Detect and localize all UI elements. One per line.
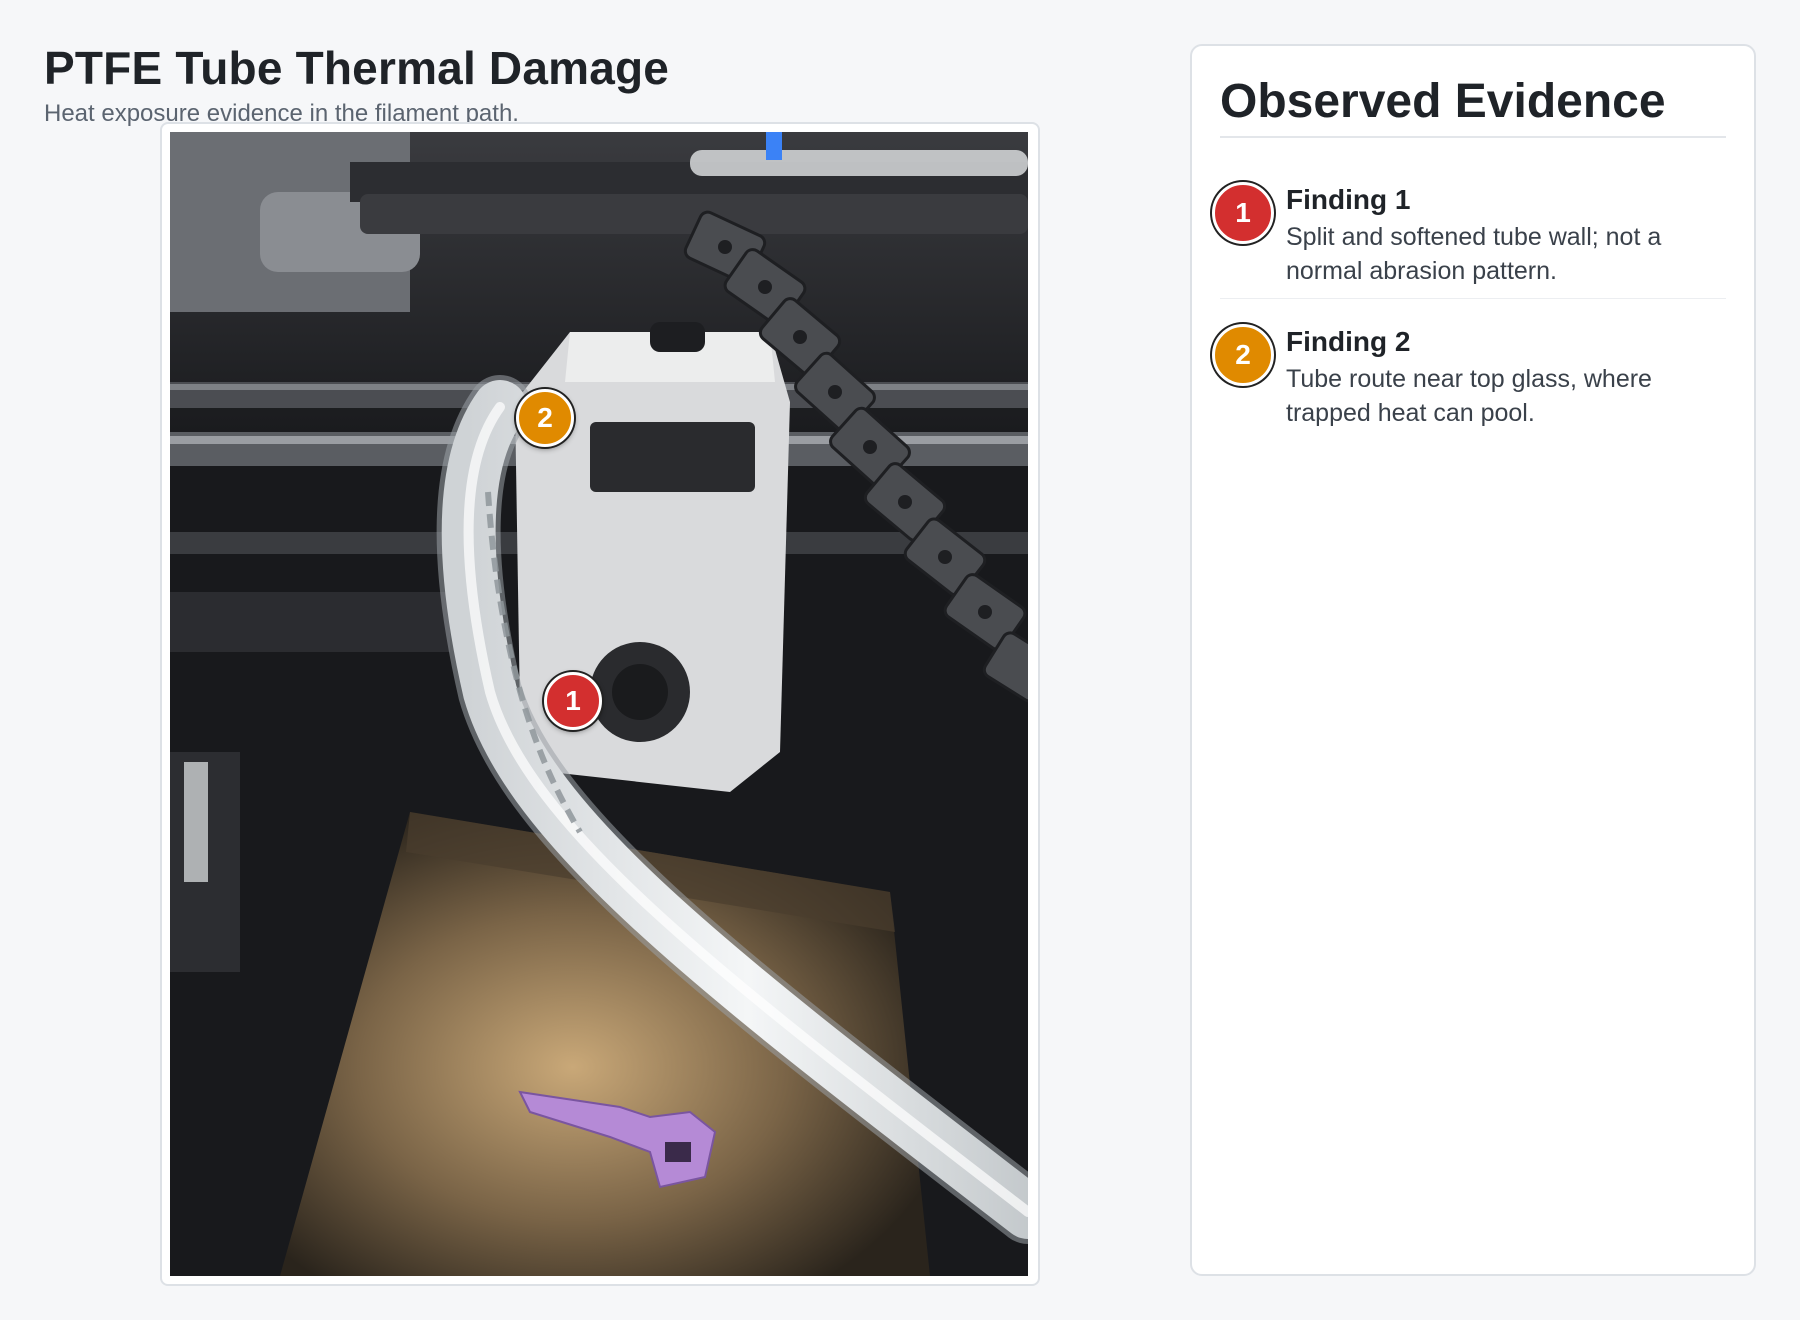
finding-2: 2 Finding 2 Tube route near top glass, w…	[1212, 312, 1726, 432]
finding-2-text: Tube route near top glass, where trapped…	[1286, 365, 1652, 427]
photo-marker-2-label: 2	[537, 402, 553, 433]
panel-title: Observed Evidence	[1220, 75, 1666, 128]
finding-1: 1 Finding 1 Split and softened tube wall…	[1212, 170, 1726, 290]
photo-marker-2[interactable]: 2	[516, 389, 574, 447]
finding-2-badge: 2	[1212, 324, 1274, 386]
photo-marker-1[interactable]: 1	[544, 672, 602, 730]
finding-divider	[1220, 298, 1726, 299]
finding-2-number: 2	[1235, 339, 1251, 370]
page-title: PTFE Tube Thermal Damage	[44, 42, 670, 94]
finding-1-title: Finding 1	[1286, 184, 1411, 215]
photo-marker-1-label: 1	[565, 685, 581, 716]
panel-divider	[1220, 136, 1726, 138]
evidence-panel: Observed Evidence 1 Finding 1 Split and …	[1190, 44, 1756, 1276]
finding-1-badge: 1	[1212, 182, 1274, 244]
finding-2-title: Finding 2	[1286, 326, 1411, 357]
finding-1-number: 1	[1235, 197, 1251, 228]
finding-1-text: Split and softened tube wall; not a norm…	[1286, 223, 1662, 285]
